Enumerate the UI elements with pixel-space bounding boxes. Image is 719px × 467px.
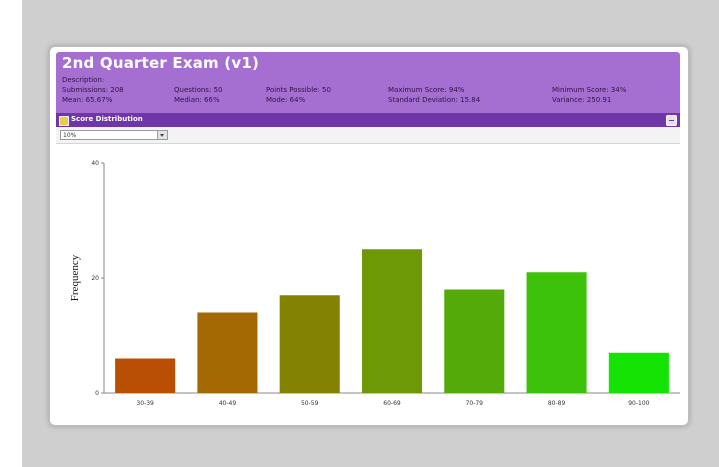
x-tick-label: 60-69: [383, 400, 401, 407]
x-tick-label: 40-49: [219, 400, 237, 407]
x-tick-label: 50-59: [301, 400, 319, 407]
score-distribution-chart: 0 20 40 Frequency 30-39 40-49 50-59 60-69 70-79 8…: [69, 160, 680, 407]
bar-70-79: [444, 289, 505, 393]
y-tick-label: 40: [91, 160, 99, 167]
bar-50-59: [279, 295, 340, 393]
x-tick-label: 30-39: [136, 400, 154, 407]
y-tick-label: 0: [95, 390, 99, 397]
bar-80-89: [526, 272, 587, 393]
bar-90-100: [608, 352, 669, 393]
bar-60-69: [361, 249, 423, 393]
y-tick-label: 20: [91, 275, 99, 282]
bar-30-39: [115, 358, 176, 393]
exam-report-panel: 2nd Quarter Exam (v1) Description: Submi…: [49, 46, 689, 426]
x-tick-label: 70-79: [466, 400, 484, 407]
bar-40-49: [197, 312, 258, 393]
x-tick-label: 90-100: [628, 400, 649, 407]
x-tick-label: 80-89: [548, 400, 566, 407]
y-axis-title: Frequency: [69, 254, 81, 301]
chart-bars: [115, 249, 669, 393]
